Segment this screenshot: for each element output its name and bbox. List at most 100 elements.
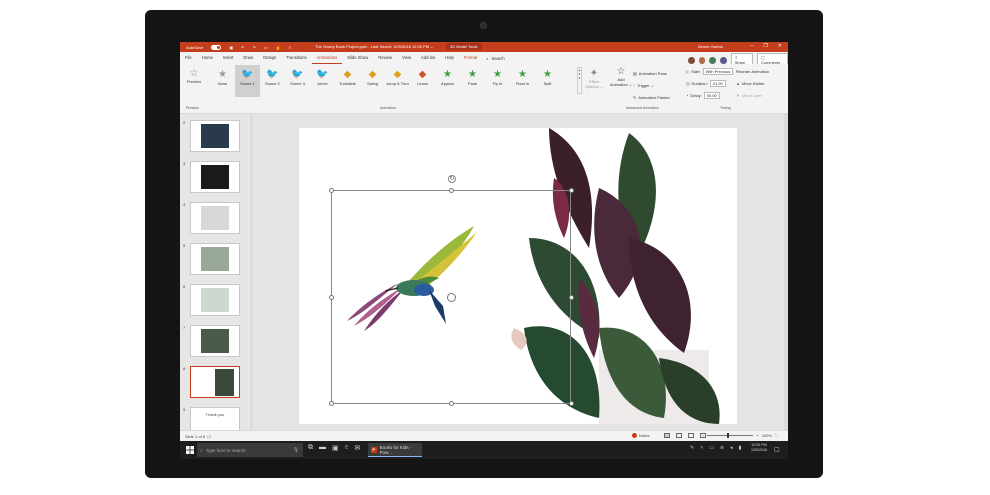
clock[interactable]: 12:00 PM 12/5/2018 bbox=[751, 443, 767, 453]
tab-insert[interactable]: Insert bbox=[218, 52, 238, 64]
resize-handle[interactable] bbox=[569, 295, 574, 300]
tab-help[interactable]: Help bbox=[440, 52, 459, 64]
store-icon[interactable]: ▣ bbox=[332, 444, 339, 452]
resize-handle[interactable] bbox=[449, 188, 454, 193]
animation-scene-1[interactable]: 🐦 Scene 1 bbox=[235, 65, 260, 97]
animation-split[interactable]: ★ Split bbox=[535, 65, 560, 97]
normal-view-icon[interactable] bbox=[664, 433, 670, 438]
file-explorer-icon[interactable]: ▬ bbox=[319, 444, 326, 452]
animation-jump-turn[interactable]: ◆ Jump & Turn bbox=[385, 65, 410, 97]
taskbar-search-box[interactable]: ○ Type here to search 🎙 bbox=[197, 443, 303, 457]
animation-turntable[interactable]: ◆ Turntable bbox=[335, 65, 360, 97]
microphone-icon[interactable]: 🎙 bbox=[293, 447, 299, 453]
animation-pane-button[interactable]: ▤ Animation Pane bbox=[633, 67, 670, 79]
animation-painter-button[interactable]: ✎ Animation Painter bbox=[633, 91, 670, 103]
accessibility-icon[interactable]: ☐ bbox=[207, 434, 211, 439]
selection-box[interactable] bbox=[329, 188, 574, 406]
tab-transitions[interactable]: Transitions bbox=[281, 52, 311, 64]
notes-button[interactable]: Notes bbox=[632, 433, 649, 438]
delay-input[interactable]: 00.00 bbox=[703, 91, 720, 99]
tab-view[interactable]: View bbox=[397, 52, 416, 64]
tab-home[interactable]: Home bbox=[197, 52, 218, 64]
animation-fade[interactable]: ★ Fade bbox=[460, 65, 485, 97]
avatar[interactable] bbox=[688, 56, 695, 64]
animation-scene-3[interactable]: 🐦 Scene 3 bbox=[285, 65, 310, 97]
wifi-icon[interactable]: ≋ bbox=[720, 445, 724, 451]
mail-icon[interactable]: ✉ bbox=[355, 444, 361, 452]
animation-leave[interactable]: ◆ Leave bbox=[410, 65, 435, 97]
tab-draw[interactable]: Draw bbox=[238, 52, 258, 64]
animation-float-in[interactable]: ★ Float In bbox=[510, 65, 535, 97]
avatar[interactable] bbox=[698, 56, 706, 64]
resize-handle[interactable] bbox=[569, 188, 574, 193]
slide-thumbnail[interactable] bbox=[190, 325, 240, 357]
animation-scene-2[interactable]: 🐦 Scene 2 bbox=[260, 65, 285, 97]
powerpoint-taskbar-app[interactable]: P Books for Kids - Pow... bbox=[368, 443, 422, 457]
zoom-slider[interactable] bbox=[707, 433, 754, 438]
canvas-scrollbar[interactable] bbox=[784, 114, 788, 430]
tab-add-ins[interactable]: Add-ins bbox=[416, 52, 440, 64]
preview-button[interactable]: ☆ Preview bbox=[184, 68, 204, 84]
start-dropdown[interactable]: With Previous bbox=[702, 67, 734, 75]
tab-format[interactable]: Format bbox=[459, 52, 482, 64]
save-icon[interactable]: ▣ bbox=[229, 45, 233, 50]
undo-icon[interactable]: ↶ bbox=[241, 45, 244, 50]
edge-icon[interactable]: e bbox=[345, 444, 349, 452]
gallery-scrollbar[interactable]: ▴ ▾ ▾ bbox=[577, 67, 582, 94]
animation-swing[interactable]: ◆ Swing bbox=[360, 65, 385, 97]
3d-rotate-handle-icon[interactable] bbox=[447, 293, 456, 302]
slide-thumbnail[interactable] bbox=[190, 243, 240, 275]
move-earlier-button[interactable]: ▲ Move Earlier bbox=[736, 77, 769, 89]
reading-view-icon[interactable] bbox=[688, 433, 694, 438]
tab-file[interactable]: File bbox=[180, 52, 197, 64]
network-icon[interactable]: ▭ bbox=[709, 445, 714, 451]
resize-handle[interactable] bbox=[329, 295, 334, 300]
user-name[interactable]: Aimee Owens bbox=[698, 44, 723, 49]
resize-handle[interactable] bbox=[329, 401, 334, 406]
document-title[interactable]: The Ocarty Book Project.pptx - Last Save… bbox=[315, 44, 434, 49]
redo-icon[interactable]: ↷ bbox=[253, 45, 256, 50]
duration-input[interactable]: 01.00 bbox=[709, 79, 726, 87]
avatar[interactable] bbox=[709, 56, 716, 64]
minimize-button[interactable]: – bbox=[751, 43, 754, 49]
close-button[interactable]: ✕ bbox=[778, 43, 782, 49]
task-view-icon[interactable]: ⧉ bbox=[308, 444, 313, 452]
volume-icon[interactable]: ◂ bbox=[730, 445, 733, 451]
avatar[interactable] bbox=[719, 56, 727, 64]
zoom-in-button[interactable]: + bbox=[756, 433, 758, 438]
tab-review[interactable]: Review bbox=[373, 52, 397, 64]
restore-button[interactable]: ❐ bbox=[763, 43, 767, 49]
animation-appear[interactable]: ★ Appear bbox=[435, 65, 460, 97]
battery-icon[interactable]: ▮ bbox=[739, 445, 742, 451]
present-icon[interactable]: ▭ bbox=[264, 45, 268, 50]
more-commands-icon[interactable]: ≡ bbox=[289, 45, 291, 50]
trigger-button[interactable]: ϟ Trigger ⌄ bbox=[633, 79, 670, 91]
current-slide[interactable]: ↻ bbox=[299, 128, 737, 424]
thumbnail-scrollbar[interactable] bbox=[250, 114, 253, 430]
rotation-handle-icon[interactable]: ↻ bbox=[448, 175, 456, 183]
slide-thumbnail[interactable] bbox=[190, 161, 240, 193]
resize-handle[interactable] bbox=[449, 401, 454, 406]
zoom-slider-thumb[interactable] bbox=[727, 433, 730, 438]
fit-slide-icon[interactable]: ⛶ bbox=[775, 433, 778, 438]
notifications-icon[interactable]: ▢ bbox=[774, 446, 780, 453]
search-box[interactable]: ⌕ Search bbox=[486, 56, 505, 61]
tab-animations[interactable]: Animations bbox=[311, 52, 343, 64]
animation-fly-in[interactable]: ★ Fly In bbox=[485, 65, 510, 97]
resize-handle[interactable] bbox=[569, 401, 574, 406]
windows-start-icon[interactable] bbox=[186, 446, 194, 454]
effect-options-button[interactable]: ✦ Effect Options ⌄ bbox=[583, 68, 605, 89]
autosave-toggle[interactable] bbox=[211, 44, 222, 50]
animation-none[interactable]: ★ None bbox=[210, 65, 235, 97]
zoom-level[interactable]: 100% bbox=[762, 433, 772, 438]
slide-thumbnail[interactable] bbox=[190, 202, 240, 234]
tab-slide-show[interactable]: Slide Show bbox=[342, 52, 373, 64]
show-hidden-icon[interactable]: ˄ bbox=[700, 445, 703, 451]
zoom-out-button[interactable]: − bbox=[702, 433, 704, 438]
move-later-button[interactable]: ▼ Move Later bbox=[736, 89, 769, 101]
add-animation-button[interactable]: ☆ Add Animation ⌄ bbox=[609, 66, 633, 87]
tab-design[interactable]: Design bbox=[258, 52, 281, 64]
touch-mode-icon[interactable]: ☝ bbox=[276, 45, 281, 50]
slide-thumbnail[interactable] bbox=[190, 284, 240, 316]
slide-thumbnail[interactable] bbox=[190, 120, 240, 152]
